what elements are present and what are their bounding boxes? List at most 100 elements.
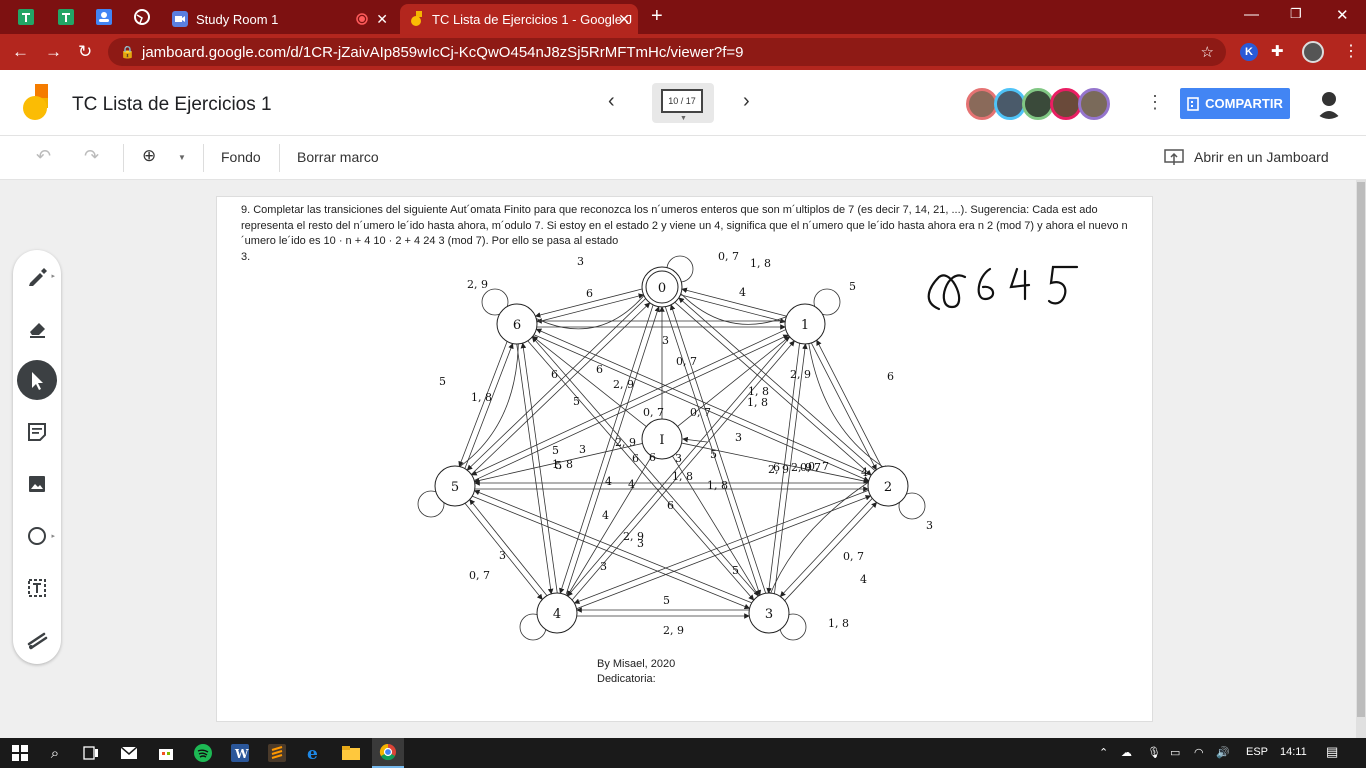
file-explorer-icon[interactable]: [340, 743, 362, 763]
transition-label: 0, 7: [843, 550, 864, 563]
onedrive-icon[interactable]: ☁: [1121, 746, 1132, 759]
sheets-pinned-icon-2[interactable]: [54, 6, 78, 28]
tab-jamboard[interactable]: TC Lista de Ejercicios 1 - Google J ✕: [400, 4, 638, 34]
transition-label: 5: [552, 444, 559, 457]
sticky-note-tool[interactable]: [17, 412, 57, 452]
transition-label: 0, 7: [718, 250, 739, 263]
frame-indicator: 10 / 17: [661, 89, 703, 113]
sticky-note-icon: [28, 423, 46, 441]
restore-button[interactable]: ❐: [1290, 6, 1302, 22]
undo-icon[interactable]: ↶: [36, 146, 51, 167]
forward-icon[interactable]: →: [45, 42, 62, 62]
reload-icon[interactable]: ↻: [78, 42, 92, 62]
minimize-button[interactable]: —: [1244, 6, 1259, 23]
sublime-icon[interactable]: [266, 743, 288, 763]
laser-tool[interactable]: [17, 620, 57, 660]
profile-avatar[interactable]: [1302, 41, 1324, 63]
zoom-icon[interactable]: ⊕: [142, 146, 156, 166]
open-in-jamboard-button[interactable]: Abrir en un Jamboard: [1194, 149, 1329, 165]
transition-label: 6: [667, 499, 674, 512]
store-icon[interactable]: [155, 743, 177, 763]
transition-label: 1, 8: [471, 391, 492, 404]
document-title[interactable]: TC Lista de Ejercicios 1: [72, 94, 272, 116]
image-icon: [29, 476, 45, 492]
transition-label: 0, 7: [676, 355, 697, 368]
pen-tool[interactable]: ▸: [17, 256, 57, 296]
frame-selector[interactable]: 10 / 17 ▼: [652, 83, 714, 123]
transition-label: 5: [663, 594, 670, 607]
mail-icon[interactable]: [118, 743, 140, 763]
chrome-taskbar-icon[interactable]: [372, 738, 404, 768]
language-indicator[interactable]: ESP: [1246, 746, 1268, 758]
fondo-button[interactable]: Fondo: [221, 149, 261, 165]
back-icon[interactable]: ←: [12, 42, 29, 62]
share-button[interactable]: COMPARTIR: [1180, 88, 1290, 119]
more-options-icon[interactable]: ⋮: [1146, 92, 1164, 113]
new-tab-button[interactable]: +: [651, 5, 663, 28]
transition-label: 6: [586, 287, 593, 300]
task-view-icon[interactable]: [80, 743, 102, 763]
next-frame-icon[interactable]: ›: [743, 90, 750, 113]
transition-label: 3: [577, 255, 584, 268]
jamboard-toolbar: ↶ ↷ ⊕ ▼ Fondo Borrar marco Abrir en un J…: [0, 136, 1366, 180]
contacts-pinned-icon[interactable]: [92, 6, 116, 28]
transition-label: 3: [926, 519, 933, 532]
tray-chevron-icon[interactable]: ⌃: [1099, 746, 1108, 759]
account-avatar[interactable]: [1313, 87, 1345, 119]
transition-label: 3: [637, 537, 644, 550]
text-box-tool[interactable]: [17, 568, 57, 608]
os-taskbar: ⌕ W e ⌃ ☁ 🎙 ▭ ◠ 🔊 ESP 14:11 ▤: [0, 738, 1366, 768]
extension-k-icon[interactable]: K: [1240, 43, 1258, 61]
transition-1-0: [681, 287, 787, 317]
bookmark-star-icon[interactable]: ☆: [1201, 43, 1214, 61]
transition-label: 1, 8: [750, 257, 771, 270]
transition-label: 0, 7: [800, 461, 821, 474]
prev-frame-icon[interactable]: ‹: [608, 90, 615, 113]
shape-tool[interactable]: ▸: [17, 516, 57, 556]
tab-study-room[interactable]: Study Room 1 ✕: [164, 4, 396, 34]
image-tool[interactable]: [17, 464, 57, 504]
notifications-icon[interactable]: ▤: [1326, 744, 1338, 760]
clock[interactable]: 14:11: [1280, 746, 1307, 758]
clear-frame-button[interactable]: Borrar marco: [297, 149, 379, 165]
transition-label: 1, 8: [552, 458, 573, 471]
url-field[interactable]: 🔒 jamboard.google.com/d/1CR-jZaivAIp859w…: [108, 38, 1226, 66]
zoom-dropdown-icon[interactable]: ▼: [178, 153, 186, 162]
extensions-puzzle-icon[interactable]: ✚: [1271, 42, 1284, 60]
divider: [123, 144, 124, 172]
word-icon[interactable]: W: [229, 743, 251, 763]
browser-menu-icon[interactable]: ⋮: [1343, 41, 1359, 61]
windows-start-icon[interactable]: [9, 743, 31, 763]
redo-icon[interactable]: ↷: [84, 146, 99, 167]
transition-label: 6: [773, 461, 780, 474]
transition-label: 2, 9: [615, 436, 636, 449]
transition-label: 6: [649, 451, 656, 464]
eraser-tool[interactable]: [17, 308, 57, 348]
microphone-icon[interactable]: 🎙: [1147, 746, 1161, 759]
vertical-scrollbar[interactable]: [1356, 180, 1366, 738]
tab-label: TC Lista de Ejercicios 1 - Google J: [432, 11, 633, 27]
close-tab-icon[interactable]: ✕: [376, 11, 388, 28]
close-tab-icon[interactable]: ✕: [618, 11, 630, 28]
volume-icon[interactable]: 🔊: [1216, 746, 1230, 759]
eraser-icon: [30, 323, 45, 338]
close-window-button[interactable]: ✕: [1336, 6, 1349, 24]
spotify-icon[interactable]: [192, 743, 214, 763]
wifi-icon[interactable]: ◠: [1194, 746, 1204, 759]
meet-icon: [172, 11, 188, 27]
transition-2-4: [573, 489, 869, 604]
transition-label: 5: [732, 564, 739, 577]
sheets-pinned-icon[interactable]: [14, 6, 38, 28]
battery-icon[interactable]: ▭: [1170, 746, 1180, 759]
state-label-3: 3: [765, 607, 773, 622]
edge-icon[interactable]: e: [303, 743, 325, 763]
lock-icon: 🔒: [120, 45, 135, 59]
avatar[interactable]: [1078, 88, 1110, 120]
scrollbar-thumb[interactable]: [1357, 182, 1365, 717]
globe-pinned-icon[interactable]: [130, 6, 154, 28]
select-tool[interactable]: [17, 360, 57, 400]
search-icon[interactable]: ⌕: [44, 743, 66, 763]
dedication-line: Dedicatoria:: [597, 673, 656, 685]
svg-text:W: W: [234, 747, 249, 761]
tab-label: Study Room 1: [196, 11, 279, 27]
